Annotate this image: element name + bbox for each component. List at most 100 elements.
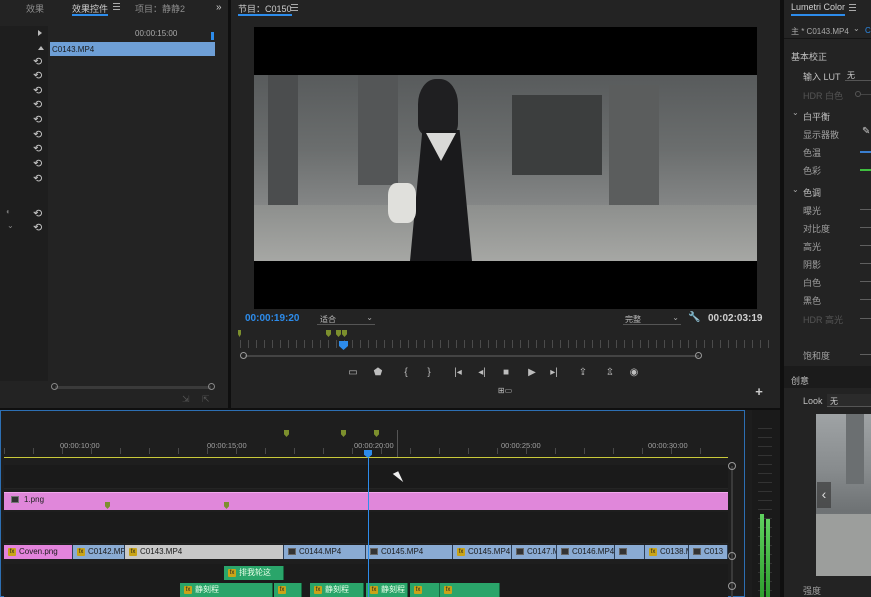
v2-clip-0[interactable]: fx Coven.png — [4, 545, 73, 559]
tab-project[interactable]: 项目：静静2 — [135, 2, 185, 16]
marker[interactable] — [238, 330, 241, 337]
marker[interactable] — [336, 330, 341, 337]
hamburger-icon[interactable] — [291, 4, 298, 11]
wrench-icon[interactable]: 🔧 — [688, 312, 700, 323]
reset-arrow-icon[interactable]: ⟲ — [33, 86, 44, 97]
reset-arrow-icon[interactable]: ⟲ — [33, 209, 44, 220]
text-clip-0[interactable]: fx 静刻程 — [180, 583, 273, 597]
monitor-playhead[interactable] — [339, 341, 348, 350]
disclosure-right-icon[interactable] — [38, 30, 42, 36]
tone-slider-5[interactable] — [860, 299, 871, 300]
plus-icon[interactable]: + — [752, 385, 766, 398]
double-chevron-right-icon[interactable]: » — [216, 2, 222, 13]
step-back-icon[interactable]: ◂| — [475, 367, 489, 379]
tone-slider-2[interactable] — [860, 245, 871, 246]
monitor-zoom-bar[interactable] — [245, 355, 699, 357]
hamburger-icon[interactable] — [849, 4, 856, 11]
zoom-handle-right[interactable] — [695, 352, 702, 359]
v2-clip-1[interactable]: fxC0142.MP4 — [73, 545, 125, 559]
marker-icon[interactable]: ⬟ — [371, 367, 385, 379]
go-to-out-icon[interactable]: ▸| — [547, 367, 561, 379]
v2-clip-6[interactable]: C0147.M — [512, 545, 557, 559]
zoom-handle-left[interactable] — [240, 352, 247, 359]
reset-arrow-icon[interactable]: ⟲ — [33, 174, 44, 185]
out-point-icon[interactable]: } — [422, 367, 436, 379]
lift-icon[interactable]: ⇪ — [576, 367, 590, 379]
stop-icon[interactable]: ■ — [499, 367, 513, 379]
chevron-down-icon[interactable]: ⌄ — [853, 24, 860, 33]
timeline-playhead-line[interactable] — [368, 458, 369, 597]
tab-effects[interactable]: 效果 — [26, 2, 44, 16]
text-clip-1[interactable]: fx — [274, 583, 302, 597]
tone-section[interactable]: 色调 — [803, 186, 821, 199]
chevron-down-icon[interactable]: ⌄ — [792, 108, 799, 117]
in-out-bracket[interactable] — [397, 430, 398, 457]
ec-zoom-scrollbar[interactable] — [55, 386, 211, 389]
tone-slider-0[interactable] — [860, 209, 871, 210]
monitor-ruler[interactable] — [240, 340, 770, 348]
scroll-handle-left[interactable] — [51, 383, 58, 390]
text-clip-5[interactable]: fx — [440, 583, 500, 597]
source-clip-label[interactable]: 主 * C0143.MP4 — [791, 26, 849, 37]
clip-1png[interactable]: 1.png — [4, 492, 728, 510]
go-to-in-icon[interactable]: |◂ — [451, 367, 465, 379]
vscroll-handle-mid[interactable] — [728, 552, 736, 560]
reset-arrow-icon[interactable]: ⟲ — [33, 130, 44, 141]
lumetri-title[interactable]: Lumetri Color — [791, 2, 846, 16]
v2-clip-3[interactable]: C0144.MP4 — [284, 545, 366, 559]
ec-playhead[interactable] — [211, 32, 214, 40]
look-dropdown[interactable]: 无 — [827, 394, 871, 407]
reset-arrow-icon[interactable]: ⟲ — [33, 144, 44, 155]
eyedropper-icon[interactable]: ✎ — [862, 126, 870, 137]
reset-arrow-icon[interactable]: ⟲ — [33, 159, 44, 170]
export-icon[interactable]: ⇱ — [202, 394, 210, 405]
current-timecode[interactable]: 00:00:19:20 — [245, 313, 299, 324]
safe-margins-icon[interactable]: ▭ — [346, 367, 360, 379]
v2-clip-9[interactable]: fxC0138.M — [645, 545, 689, 559]
marker[interactable] — [326, 330, 331, 337]
tint-slider[interactable] — [860, 169, 871, 171]
reset-arrow-icon[interactable]: ⟲ — [33, 115, 44, 126]
quality-dropdown[interactable]: 完整 ⌄ — [623, 312, 681, 325]
v2-clip-7[interactable]: C0146.MP4 — [557, 545, 615, 559]
reset-arrow-icon[interactable]: ⟲ — [33, 100, 44, 111]
v2-clip-5[interactable]: fx C0145.MP4 — [453, 545, 512, 559]
toggle-icon[interactable]: ◐ — [6, 207, 11, 216]
hamburger-icon[interactable] — [113, 3, 120, 10]
program-monitor-title[interactable]: 节目：C0150 — [238, 2, 292, 16]
text-clip-top[interactable]: fx 排我轮这 — [224, 566, 284, 580]
saturation-slider[interactable] — [860, 354, 871, 355]
text-clip-3[interactable]: fx 静刻程 — [366, 583, 408, 597]
tone-slider-6[interactable] — [860, 318, 871, 319]
disclosure-up-icon[interactable] — [38, 46, 44, 50]
v2-clip-2[interactable]: fx C0143.MP4 — [125, 545, 284, 559]
multicam-icon[interactable]: ⊞▭ — [497, 385, 513, 397]
text-clip-2[interactable]: fx 静刻程 — [310, 583, 364, 597]
timeline-vscroll[interactable] — [731, 466, 733, 597]
text-clip-4[interactable]: fx — [410, 583, 440, 597]
dropdown-icon[interactable]: ⌄ — [7, 221, 14, 230]
export-frame-icon[interactable]: ◉ — [627, 367, 641, 379]
chevron-down-icon[interactable]: ⌄ — [792, 185, 799, 194]
look-prev-button[interactable]: ‹ — [817, 482, 831, 508]
fit-dropdown[interactable]: 适合 ⌄ — [317, 312, 375, 325]
temperature-slider[interactable] — [860, 151, 871, 153]
tone-slider-3[interactable] — [860, 263, 871, 264]
video-frame[interactable] — [254, 27, 757, 309]
reset-arrow-icon[interactable]: ⟲ — [33, 223, 44, 234]
work-area-bar[interactable] — [4, 457, 728, 458]
reset-arrow-icon[interactable]: ⟲ — [33, 57, 44, 68]
tone-slider-1[interactable] — [860, 227, 871, 228]
reset-arrow-icon[interactable]: ⟲ — [33, 71, 44, 82]
extract-icon[interactable]: ⇫ — [603, 367, 617, 379]
v2-clip-10[interactable]: C013 — [689, 545, 728, 559]
filter-icon[interactable]: ⇲ — [182, 394, 190, 405]
vscroll-handle-bot[interactable] — [728, 582, 736, 590]
play-icon[interactable]: ▶ — [525, 367, 539, 379]
tone-slider-4[interactable] — [860, 281, 871, 282]
v2-clip-8[interactable] — [615, 545, 645, 559]
scroll-handle-right[interactable] — [208, 383, 215, 390]
input-lut-dropdown[interactable]: 无 — [845, 68, 871, 81]
basic-correction-section[interactable]: 基本校正 — [791, 50, 827, 63]
vscroll-handle-top[interactable] — [728, 462, 736, 470]
